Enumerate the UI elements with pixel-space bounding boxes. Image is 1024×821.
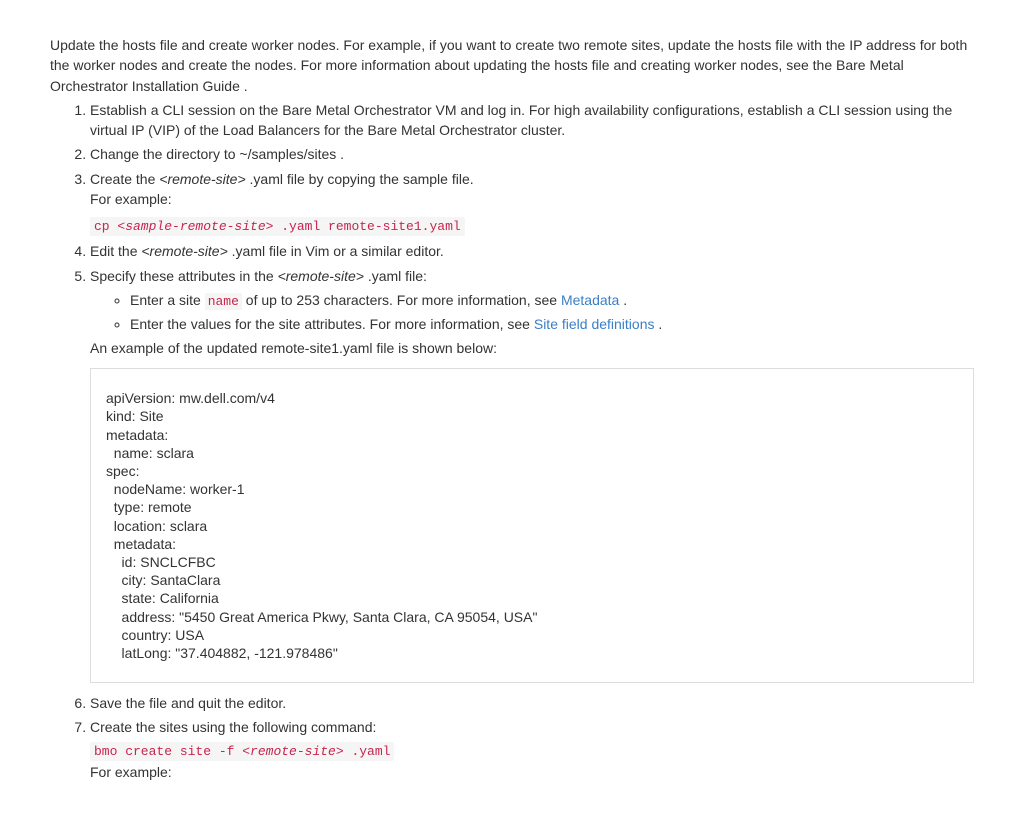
site-field-definitions-link[interactable]: Site field definitions xyxy=(534,316,655,332)
step-2-text-b: . xyxy=(336,146,344,162)
cmd-cp-tail: .yaml remote-site1.yaml xyxy=(273,219,460,234)
step-7: Create the sites using the following com… xyxy=(90,717,974,781)
s5s1-c: . xyxy=(619,292,627,308)
step-3-example-label: For example: xyxy=(90,189,974,209)
step-5-sublist: Enter a site name of up to 253 character… xyxy=(90,290,974,334)
step-5-var: <remote-site> xyxy=(278,268,364,284)
step-6: Save the file and quit the editor. xyxy=(90,693,974,713)
step-3-command: cp <sample-remote-site> .yaml remote-sit… xyxy=(90,217,465,236)
step-3-var: <remote-site> xyxy=(159,171,245,187)
step-5-sub-1: Enter a site name of up to 253 character… xyxy=(130,290,974,312)
step-3: Create the <remote-site> .yaml file by c… xyxy=(90,169,974,237)
step-4: Edit the <remote-site> .yaml file in Vim… xyxy=(90,241,974,261)
yaml-example-block: apiVersion: mw.dell.com/v4 kind: Site me… xyxy=(90,368,974,683)
s5s2-a: Enter the values for the site attributes… xyxy=(130,316,534,332)
cmd-bmo: bmo create site -f xyxy=(94,744,242,759)
cmd-cp: cp xyxy=(94,219,117,234)
cmd-bmo-var: <remote-site> xyxy=(242,744,343,759)
s5s1-a: Enter a site xyxy=(130,292,205,308)
step-4-text-b: .yaml file in Vim or a similar editor. xyxy=(228,243,444,259)
step-4-text-a: Edit the xyxy=(90,243,141,259)
step-5-text-b: .yaml file: xyxy=(364,268,427,284)
step-5-sub-2: Enter the values for the site attributes… xyxy=(130,314,974,334)
s5s2-b: . xyxy=(655,316,663,332)
step-7-command: bmo create site -f <remote-site> .yaml xyxy=(90,742,394,761)
step-2-text-a: Change the directory to xyxy=(90,146,239,162)
step-3-text-b: .yaml file by copying the sample file. xyxy=(246,171,474,187)
steps-list: Establish a CLI session on the Bare Meta… xyxy=(50,100,974,782)
step-5: Specify these attributes in the <remote-… xyxy=(90,266,974,684)
s5s1-b: of up to 253 characters. For more inform… xyxy=(242,292,561,308)
cmd-cp-var: <sample-remote-site> xyxy=(117,219,273,234)
step-2-path: ~/samples/sites xyxy=(239,146,336,162)
step-7-text: Create the sites using the following com… xyxy=(90,719,376,735)
step-1: Establish a CLI session on the Bare Meta… xyxy=(90,100,974,141)
step-5-text-a: Specify these attributes in the xyxy=(90,268,278,284)
s5s1-keyword-name: name xyxy=(205,293,242,310)
step-5-example-label: An example of the updated remote-site1.y… xyxy=(90,338,974,358)
intro-paragraph: Update the hosts file and create worker … xyxy=(50,35,974,96)
step-3-text-a: Create the xyxy=(90,171,159,187)
cmd-bmo-tail: .yaml xyxy=(344,744,391,759)
step-7-example-label: For example: xyxy=(90,762,974,782)
step-2: Change the directory to ~/samples/sites … xyxy=(90,144,974,164)
metadata-link[interactable]: Metadata xyxy=(561,292,619,308)
step-4-var: <remote-site> xyxy=(141,243,227,259)
